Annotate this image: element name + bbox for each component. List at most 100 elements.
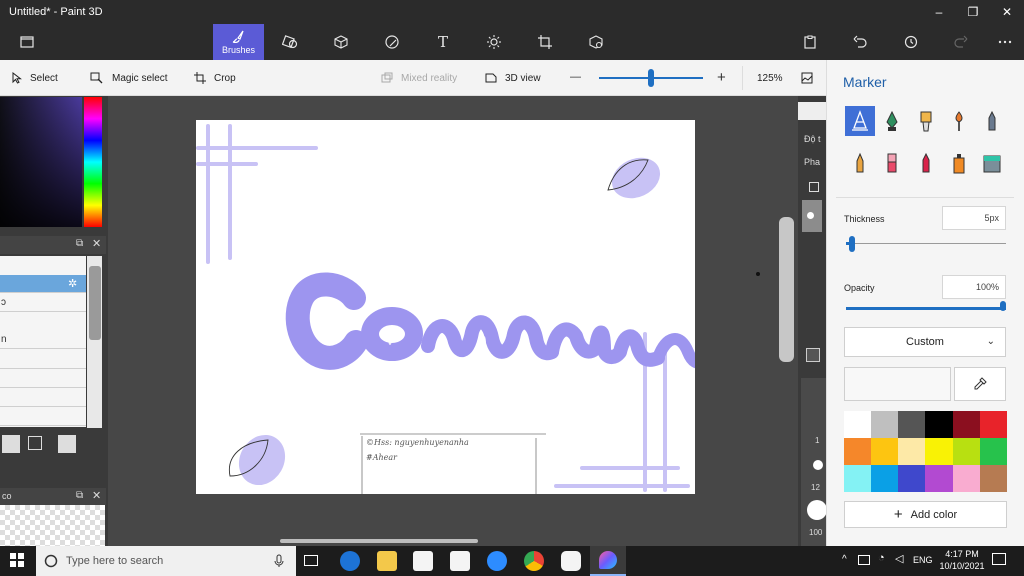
layer-row[interactable]: n (0, 331, 86, 349)
layer-row[interactable] (0, 351, 86, 369)
pencil-brush[interactable] (845, 148, 875, 178)
color-swatch[interactable] (925, 438, 953, 465)
layer-row[interactable]: ɔ (0, 294, 86, 312)
layer-row[interactable] (0, 408, 86, 426)
horizontal-scrollbar[interactable] (280, 539, 478, 543)
gear-icon[interactable]: ✲ (68, 275, 77, 293)
color-swatch[interactable] (952, 411, 980, 438)
color-swatch[interactable] (925, 465, 953, 492)
layer-row-selected[interactable]: ✲ (0, 275, 86, 293)
strip-icon[interactable] (806, 348, 820, 362)
notifications-icon[interactable] (992, 553, 1006, 565)
3d-shapes-tab[interactable] (316, 24, 366, 60)
eraser-brush[interactable] (877, 148, 907, 178)
popout-icon[interactable]: ⧉ (76, 490, 83, 501)
volume-icon[interactable]: ◁ (895, 552, 903, 565)
color-swatch[interactable] (871, 411, 899, 438)
fill-bucket-brush[interactable] (977, 148, 1007, 178)
redo-button[interactable] (936, 24, 986, 60)
oil-brush[interactable] (911, 106, 941, 136)
store-icon[interactable] (413, 551, 433, 571)
maximize-button[interactable]: ❐ (956, 2, 990, 22)
mixed-reality-button[interactable]: Mixed reality (381, 60, 457, 96)
watercolor-brush[interactable] (944, 106, 974, 136)
layer-row[interactable] (0, 389, 86, 407)
close-icon[interactable]: ✕ (92, 237, 101, 250)
wifi-icon[interactable]: ◔ (878, 552, 885, 564)
color-swatch[interactable] (979, 465, 1007, 492)
add-color-button[interactable]: + Add color (844, 501, 1007, 528)
image-view-button[interactable] (801, 72, 813, 87)
undo-button[interactable] (835, 24, 885, 60)
zoom-out-button[interactable]: — (570, 71, 581, 83)
color-swatch[interactable] (844, 465, 872, 492)
zoom-app-icon[interactable] (487, 551, 507, 571)
3d-view-button[interactable]: 3D view (485, 60, 541, 96)
strip-toggle[interactable] (802, 200, 822, 232)
pixel-pen-brush[interactable] (977, 106, 1007, 136)
opacity-slider-thumb[interactable] (1000, 301, 1006, 311)
photos-icon[interactable] (561, 551, 581, 571)
start-button[interactable] (10, 553, 24, 572)
vertical-scrollbar[interactable] (779, 217, 794, 362)
crop-tool[interactable]: Crop (194, 60, 236, 96)
color-swatch[interactable] (844, 411, 872, 438)
color-swatch[interactable] (898, 411, 926, 438)
more-options-button[interactable] (980, 24, 1024, 60)
canvas-tab[interactable] (520, 24, 570, 60)
color-swatch[interactable] (925, 411, 953, 438)
crayon-brush[interactable] (911, 148, 941, 178)
thickness-input[interactable]: 5px (942, 206, 1006, 230)
thickness-slider[interactable] (846, 243, 1006, 244)
history-button[interactable] (886, 24, 936, 60)
zoom-in-button[interactable]: + (717, 69, 726, 86)
color-swatch[interactable] (952, 465, 980, 492)
chrome-icon[interactable] (524, 551, 544, 571)
close-button[interactable]: ✕ (990, 2, 1024, 22)
color-swatch[interactable] (871, 465, 899, 492)
paint3d-taskbar-button[interactable] (590, 546, 626, 576)
microphone-icon[interactable] (274, 554, 284, 568)
duplicate-icon[interactable] (28, 436, 42, 450)
popout-icon[interactable]: ⧉ (76, 238, 83, 249)
layer-scrollbar-thumb[interactable] (89, 266, 101, 340)
color-swatch[interactable] (898, 465, 926, 492)
zoom-level[interactable]: 125% (757, 73, 783, 84)
edge-icon[interactable] (340, 551, 360, 571)
drawing-canvas[interactable]: ©Hss: nguyenhuyenanha #Ahear (196, 120, 695, 494)
3d-library-tab[interactable] (571, 24, 621, 60)
brushes-tab[interactable]: Brushes (213, 24, 264, 60)
effects-tab[interactable] (469, 24, 519, 60)
color-swatch[interactable] (979, 438, 1007, 465)
menu-button[interactable] (2, 24, 52, 60)
taskbar-search[interactable]: Type here to search (36, 546, 296, 576)
text-tab[interactable]: T (418, 24, 468, 60)
mail-icon[interactable] (450, 551, 470, 571)
folder-icon[interactable] (2, 435, 20, 453)
strip-checkbox[interactable] (809, 182, 819, 192)
zoom-slider-thumb[interactable] (648, 69, 654, 87)
task-view-icon[interactable] (304, 555, 318, 566)
minimize-button[interactable]: – (922, 2, 956, 22)
2d-shapes-tab[interactable] (265, 24, 315, 60)
color-swatch[interactable] (844, 438, 872, 465)
stickers-tab[interactable] (367, 24, 417, 60)
paste-button[interactable] (785, 24, 835, 60)
calligraphy-pen-brush[interactable] (877, 106, 907, 136)
layer-row[interactable] (0, 370, 86, 388)
color-swatch[interactable] (979, 411, 1007, 438)
battery-icon[interactable] (858, 555, 870, 565)
close-icon[interactable]: ✕ (92, 489, 101, 502)
size-dot[interactable] (807, 500, 827, 520)
spray-can-brush[interactable] (944, 148, 974, 178)
opacity-input[interactable]: 100% (942, 275, 1006, 299)
size-dot[interactable] (813, 460, 823, 470)
delete-icon[interactable] (58, 435, 76, 453)
chevron-up-icon[interactable]: ^ (842, 554, 847, 565)
eyedropper-button[interactable] (954, 367, 1006, 401)
thickness-slider-thumb[interactable] (849, 236, 856, 252)
color-swatch[interactable] (952, 438, 980, 465)
magic-select-tool[interactable]: Magic select (90, 60, 168, 96)
color-swatch[interactable] (871, 438, 899, 465)
language-indicator[interactable]: ENG (913, 555, 933, 565)
